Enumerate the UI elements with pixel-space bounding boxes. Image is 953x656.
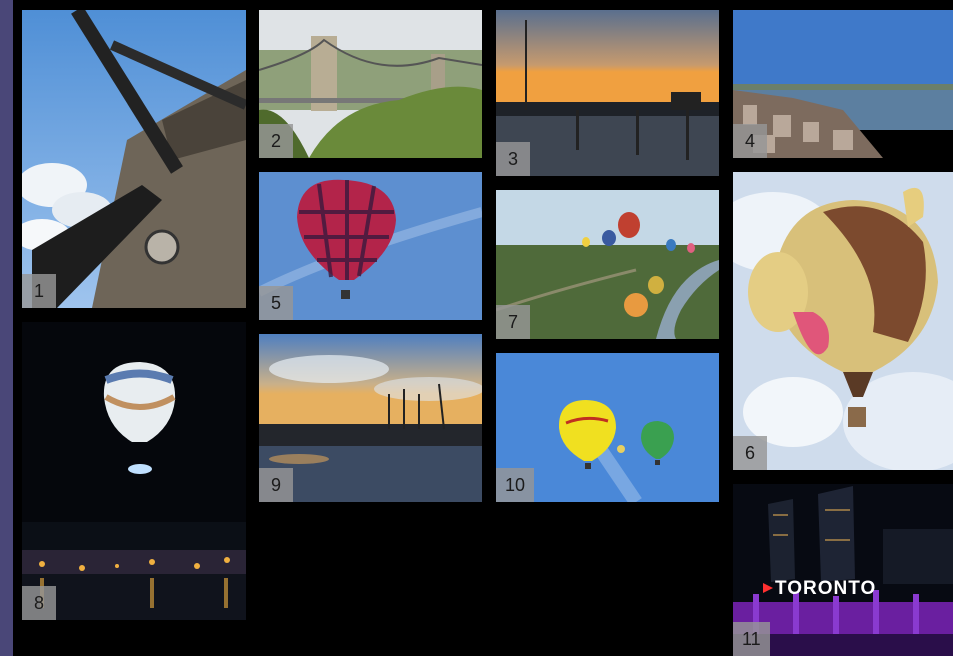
tile-number-label: 10 <box>496 468 535 502</box>
tile-number-label: 5 <box>259 286 293 320</box>
gallery-tile-7[interactable]: 7 <box>496 190 719 339</box>
gallery-tile-2[interactable]: 2 <box>259 10 482 158</box>
tile-number-label: 11 <box>733 622 770 656</box>
gallery-tile-3[interactable]: 3 <box>496 10 719 176</box>
tile-number-label: 3 <box>496 142 530 176</box>
tile-number-label: 8 <box>22 586 56 620</box>
tile-number-label: 1 <box>22 274 56 308</box>
gallery-tile-5[interactable]: 5 <box>259 172 482 320</box>
tile-number-label: 6 <box>733 436 767 470</box>
photo-gallery-grid: 1 2 3 4 5 6 7 8 9 10 TORONTO 11 <box>13 0 953 656</box>
gallery-tile-9[interactable]: 9 <box>259 334 482 502</box>
toronto-sign-text: TORONTO <box>775 578 877 599</box>
tile-number-label: 9 <box>259 468 293 502</box>
tile-number-label: 2 <box>259 124 293 158</box>
windmill-photo-icon <box>22 10 246 308</box>
gallery-tile-1[interactable]: 1 <box>22 10 246 308</box>
tile-number-label: 7 <box>496 305 530 339</box>
tile-number-label: 4 <box>733 124 767 158</box>
gallery-tile-11[interactable]: TORONTO 11 <box>733 484 953 656</box>
gallery-tile-8[interactable]: 8 <box>22 322 246 620</box>
gallery-tile-6[interactable]: 6 <box>733 172 953 470</box>
night-balloon-photo-icon <box>22 322 246 620</box>
gallery-tile-10[interactable]: 10 <box>496 353 719 502</box>
gallery-tile-4[interactable]: 4 <box>733 10 953 158</box>
dog-balloon-photo-icon <box>733 172 953 470</box>
